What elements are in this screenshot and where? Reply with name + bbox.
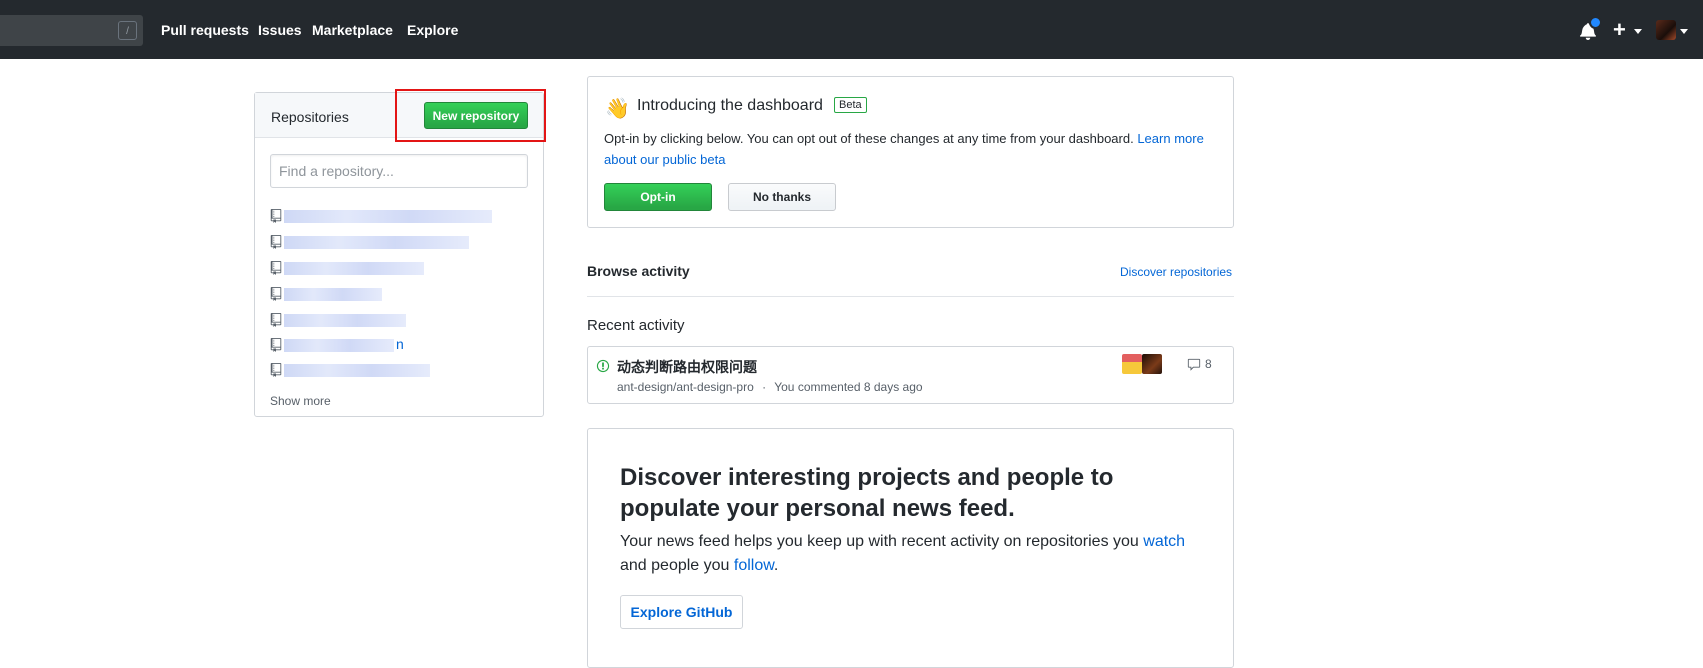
follow-link[interactable]: follow <box>734 557 774 574</box>
search-shortcut-key: / <box>118 21 137 40</box>
redacted-repo-name <box>284 262 424 275</box>
opt-in-button[interactable]: Opt-in <box>604 183 712 211</box>
repositories-title: Repositories <box>271 109 349 125</box>
annotation-highlight-box <box>395 89 546 142</box>
chevron-down-icon[interactable] <box>1634 29 1642 34</box>
redacted-repo-name <box>284 236 469 249</box>
nav-issues[interactable]: Issues <box>258 22 302 38</box>
repo-icon <box>270 287 282 301</box>
waving-hand-icon: 👋 <box>605 98 630 120</box>
top-header: / Pull requests Issues Marketplace Explo… <box>0 0 1703 59</box>
repo-icon <box>270 338 282 352</box>
discover-text: Your news feed helps you keep up with re… <box>620 530 1210 578</box>
dashboard-intro-description: Opt-in by clicking below. You can opt ou… <box>604 128 1224 170</box>
repo-icon <box>270 209 282 223</box>
show-more-link[interactable]: Show more <box>270 394 331 408</box>
discover-repositories-link[interactable]: Discover repositories <box>1120 265 1232 279</box>
watch-link[interactable]: watch <box>1143 533 1185 550</box>
explore-github-button[interactable]: Explore GitHub <box>620 595 743 629</box>
nav-pull-requests[interactable]: Pull requests <box>161 22 249 38</box>
nav-explore[interactable]: Explore <box>407 22 458 38</box>
discover-text-part: and people you <box>620 557 734 574</box>
redacted-repo-name <box>284 210 492 223</box>
beta-badge: Beta <box>834 97 867 113</box>
redacted-repo-name <box>284 364 430 377</box>
comment-count: 8 <box>1205 357 1212 371</box>
discover-heading: Discover interesting projects and people… <box>620 464 1114 522</box>
repository-search-input[interactable] <box>270 154 528 188</box>
repo-icon <box>270 235 282 249</box>
participant-avatar[interactable] <box>1142 354 1162 374</box>
repo-icon <box>270 261 282 275</box>
comment-icon <box>1187 358 1201 371</box>
issue-meta: ant-design/ant-design-pro · You commente… <box>617 380 923 394</box>
issue-title-link[interactable]: 动态判断路由权限问题 <box>617 357 757 377</box>
discover-text-part: . <box>773 557 779 574</box>
chevron-down-icon[interactable] <box>1680 29 1688 34</box>
browse-activity-title: Browse activity <box>587 263 690 279</box>
create-new-icon[interactable]: + <box>1613 17 1626 43</box>
meta-separator: · <box>762 380 767 394</box>
participant-avatar[interactable] <box>1122 354 1142 374</box>
redacted-repo-name <box>284 314 406 327</box>
recent-activity-title: Recent activity <box>587 317 685 334</box>
issue-repo-link[interactable]: ant-design/ant-design-pro <box>617 380 754 394</box>
user-avatar[interactable] <box>1656 20 1676 40</box>
repo-icon <box>270 313 282 327</box>
issue-activity-text: You commented 8 days ago <box>774 380 923 394</box>
no-thanks-button[interactable]: No thanks <box>728 183 836 211</box>
divider <box>587 296 1234 297</box>
unread-indicator <box>1589 16 1602 29</box>
discover-text-part: Your news feed helps you keep up with re… <box>620 533 1144 550</box>
redacted-repo-name <box>284 288 382 301</box>
repo-name-suffix: n <box>396 336 404 352</box>
dashboard-desc-text: Opt-in by clicking below. You can opt ou… <box>604 131 1138 146</box>
dashboard-intro-title: Introducing the dashboard <box>637 97 823 114</box>
redacted-repo-name <box>284 339 394 352</box>
open-issue-icon <box>596 359 610 373</box>
nav-marketplace[interactable]: Marketplace <box>312 22 393 38</box>
repo-icon <box>270 363 282 377</box>
